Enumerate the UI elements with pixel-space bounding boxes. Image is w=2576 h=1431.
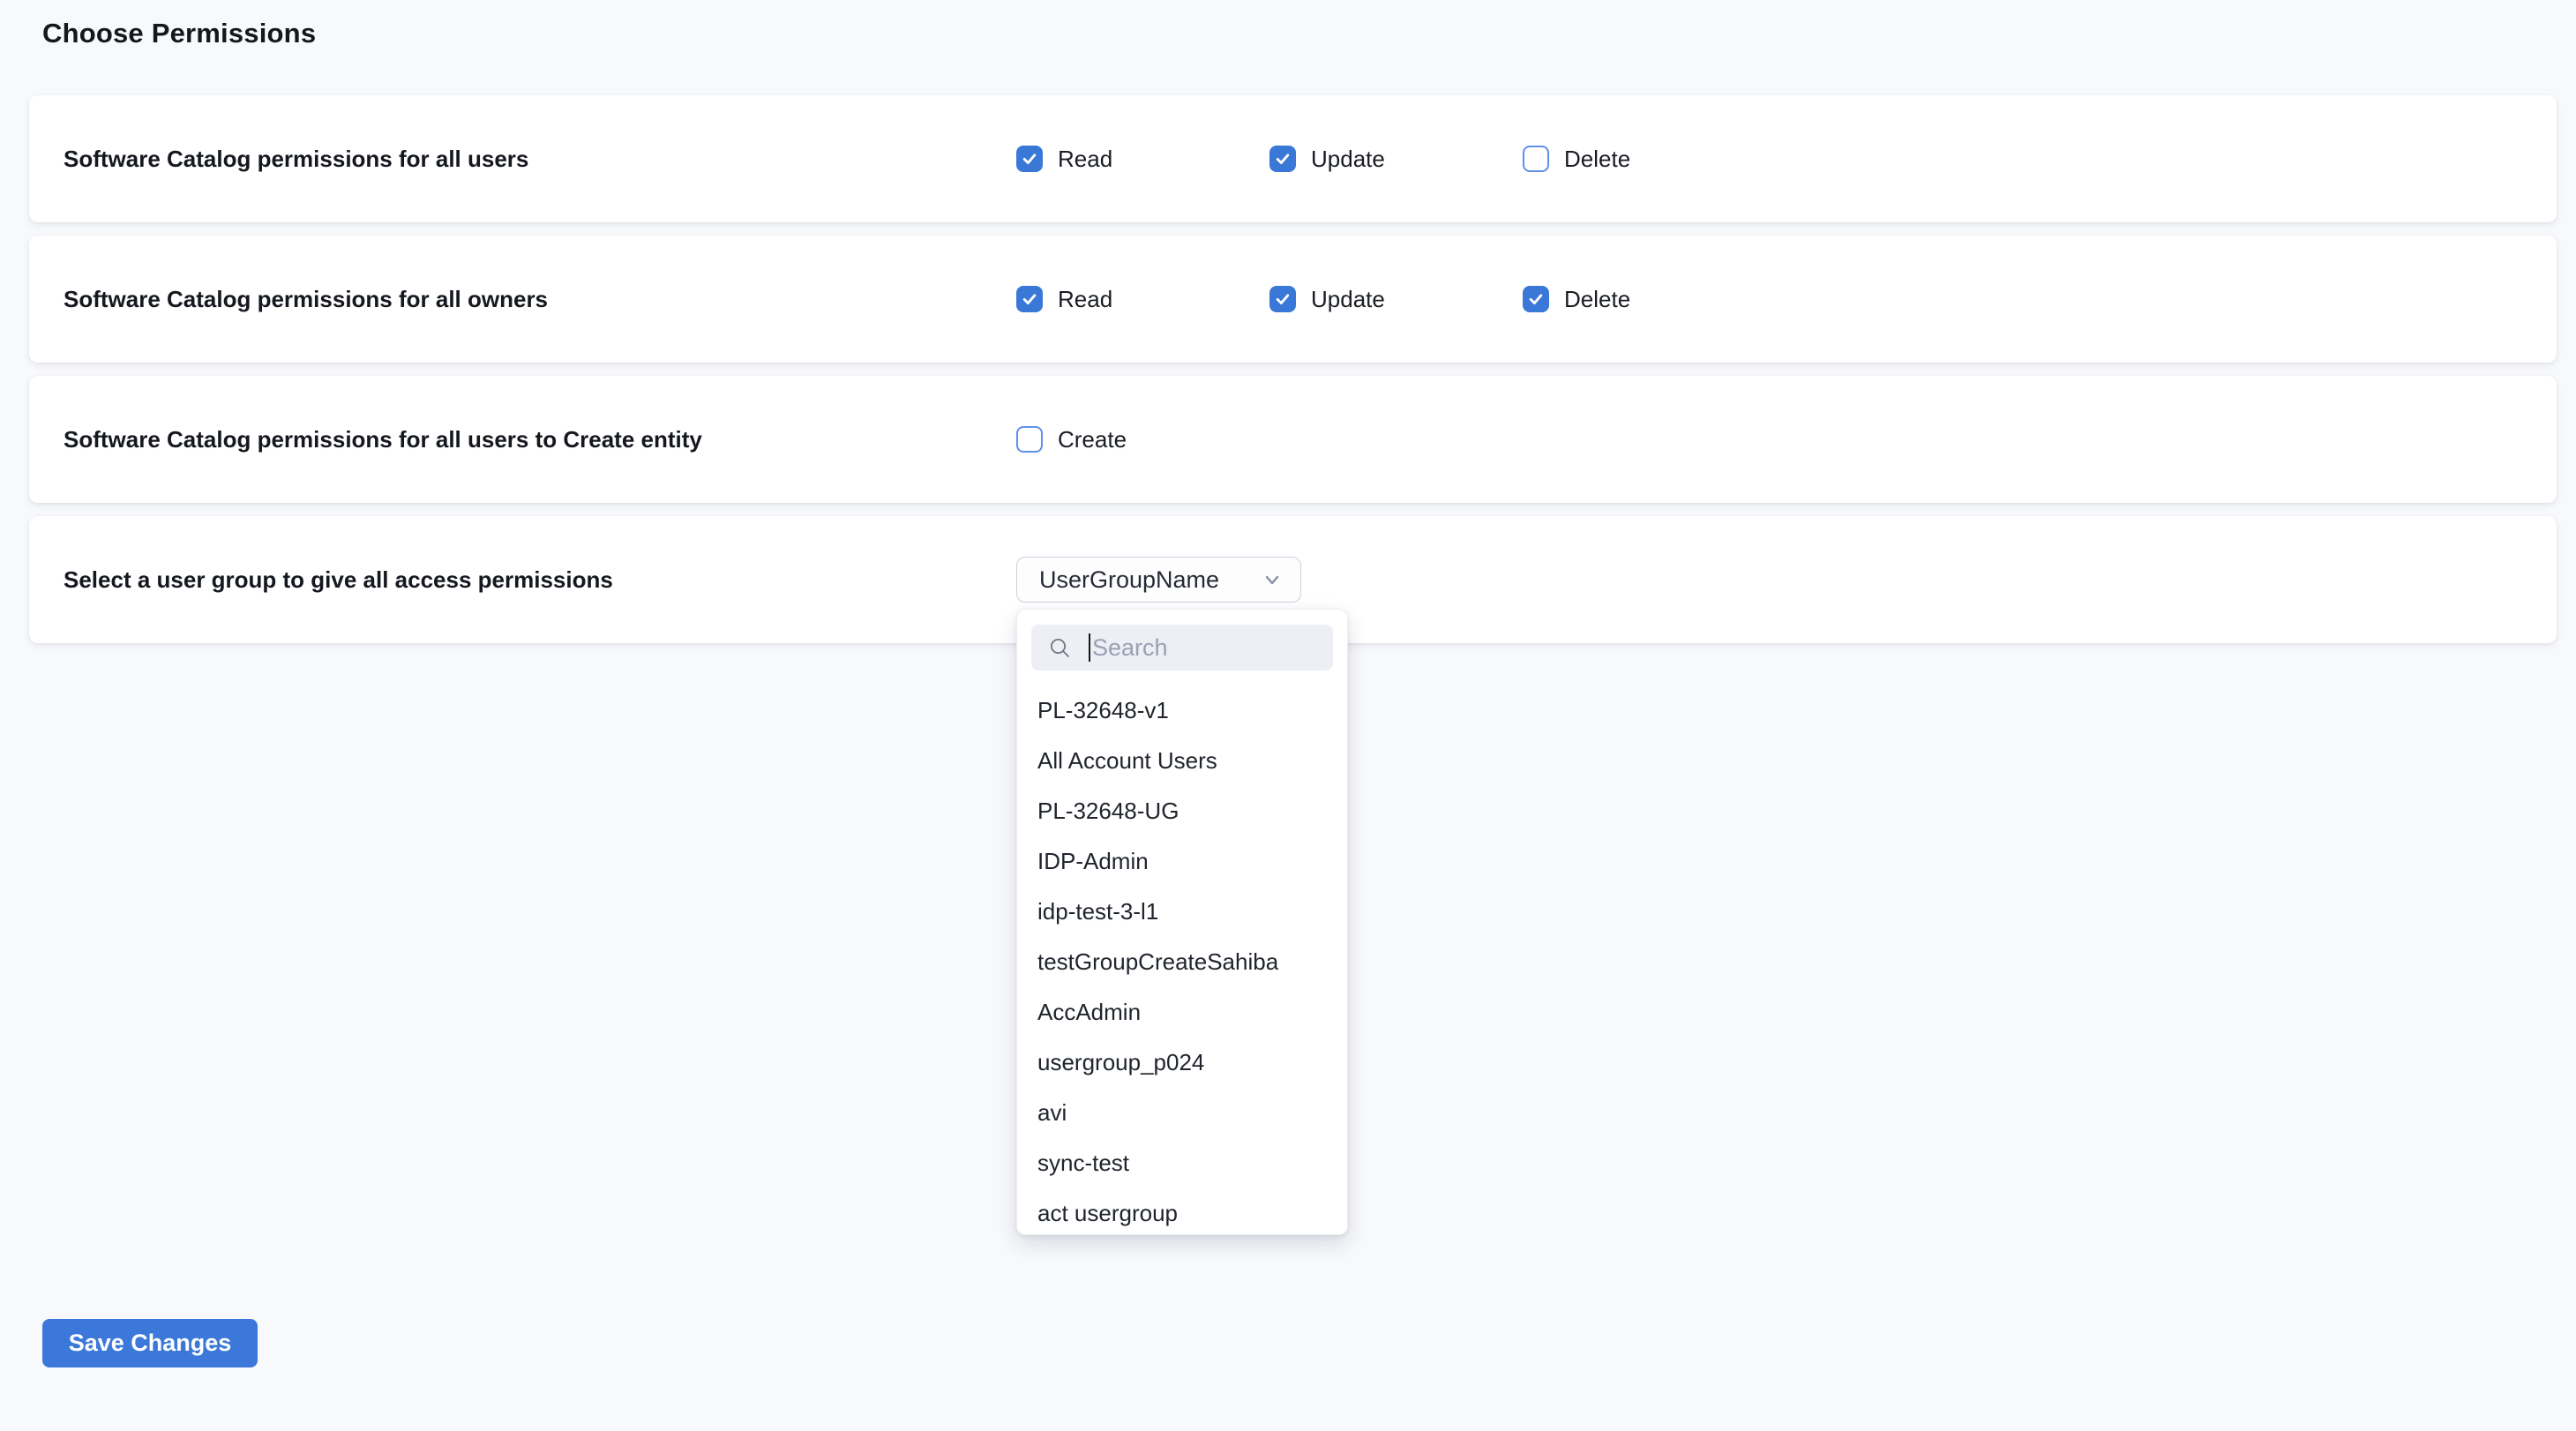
card-title: Software Catalog permissions for all use… <box>64 426 1016 453</box>
text-caret <box>1089 633 1090 662</box>
card-create-entity-permissions: Software Catalog permissions for all use… <box>29 376 2557 503</box>
checkbox-label: Create <box>1058 426 1127 453</box>
checkbox-label: Read <box>1058 146 1112 173</box>
search-placeholder: Search <box>1092 634 1168 662</box>
selected-user-group-label: UserGroupName <box>1039 566 1219 594</box>
update-checkbox[interactable] <box>1269 286 1296 312</box>
option-item[interactable]: PL-32648-v1 <box>1017 686 1347 736</box>
card-all-users-permissions: Software Catalog permissions for all use… <box>29 95 2557 222</box>
read-checkbox[interactable] <box>1016 146 1043 172</box>
card-user-group-select: Select a user group to give all access p… <box>29 516 2557 643</box>
footer-actions: Save Changes <box>29 1319 2557 1367</box>
chevron-down-icon <box>1260 567 1284 592</box>
user-group-control: UserGroupName <box>1016 557 1301 603</box>
option-item[interactable]: avi <box>1017 1088 1347 1138</box>
check-icon <box>1274 290 1292 308</box>
option-item[interactable]: All Account Users <box>1017 736 1347 786</box>
save-button[interactable]: Save Changes <box>42 1319 258 1367</box>
checkbox-item-read[interactable]: Read <box>1016 286 1234 313</box>
checkbox-label: Delete <box>1564 286 1630 313</box>
check-icon <box>1274 150 1292 168</box>
checkbox-label: Update <box>1311 146 1385 173</box>
checkbox-item-delete[interactable]: Delete <box>1523 286 1741 313</box>
check-icon <box>1527 290 1545 308</box>
check-icon <box>1021 150 1038 168</box>
user-group-option-list: PL-32648-v1 All Account Users PL-32648-U… <box>1017 671 1347 1235</box>
option-item[interactable]: idp-test-3-l1 <box>1017 887 1347 937</box>
checkbox-label: Update <box>1311 286 1385 313</box>
card-title: Select a user group to give all access p… <box>64 566 1016 594</box>
checkbox-label: Delete <box>1564 146 1630 173</box>
update-checkbox[interactable] <box>1269 146 1296 172</box>
delete-checkbox[interactable] <box>1523 286 1549 312</box>
checkbox-group: Create <box>1016 426 1269 453</box>
search-icon <box>1048 636 1072 660</box>
checkbox-item-create[interactable]: Create <box>1016 426 1234 453</box>
checkbox-item-update[interactable]: Update <box>1269 286 1487 313</box>
search-input[interactable]: Search <box>1031 625 1333 671</box>
checkbox-item-delete[interactable]: Delete <box>1523 146 1741 173</box>
option-item[interactable]: act usergroup <box>1017 1188 1347 1235</box>
option-item[interactable]: AccAdmin <box>1017 987 1347 1038</box>
option-item[interactable]: usergroup_p024 <box>1017 1038 1347 1088</box>
check-icon <box>1021 290 1038 308</box>
option-item[interactable]: PL-32648-UG <box>1017 786 1347 836</box>
checkbox-group: Read Update Delete <box>1016 146 1776 173</box>
delete-checkbox[interactable] <box>1523 146 1549 172</box>
option-item[interactable]: sync-test <box>1017 1138 1347 1188</box>
permission-cards: Software Catalog permissions for all use… <box>29 95 2557 643</box>
checkbox-label: Read <box>1058 286 1112 313</box>
read-checkbox[interactable] <box>1016 286 1043 312</box>
option-item[interactable]: IDP-Admin <box>1017 836 1347 887</box>
page-title: Choose Permissions <box>42 18 2557 49</box>
card-title: Software Catalog permissions for all use… <box>64 146 1016 173</box>
card-title: Software Catalog permissions for all own… <box>64 286 1016 313</box>
permissions-page: Choose Permissions Software Catalog perm… <box>0 0 2576 1367</box>
user-group-select-trigger[interactable]: UserGroupName <box>1016 557 1301 603</box>
option-item[interactable]: testGroupCreateSahiba <box>1017 937 1347 987</box>
create-checkbox[interactable] <box>1016 426 1043 453</box>
checkbox-item-read[interactable]: Read <box>1016 146 1234 173</box>
card-all-owners-permissions: Software Catalog permissions for all own… <box>29 236 2557 363</box>
user-group-dropdown-panel: Search PL-32648-v1 All Account Users PL-… <box>1016 609 1348 1235</box>
checkbox-group: Read Update Delete <box>1016 286 1776 313</box>
checkbox-item-update[interactable]: Update <box>1269 146 1487 173</box>
